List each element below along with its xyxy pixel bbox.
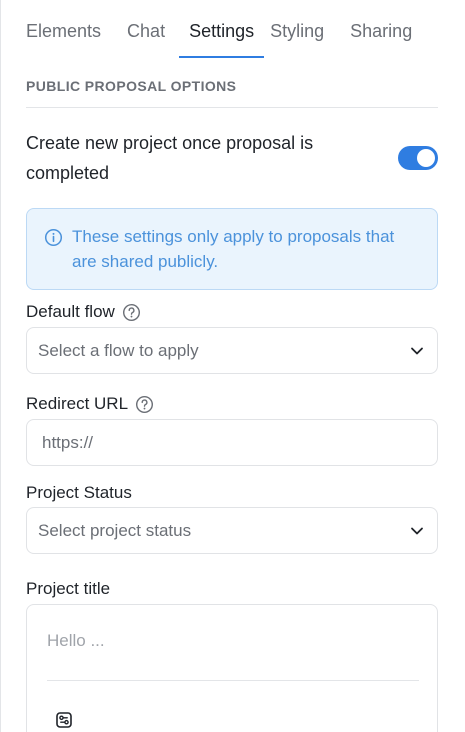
variable-icon[interactable] <box>55 711 73 729</box>
create-project-label: Create new project once proposal is comp… <box>26 133 314 183</box>
tab-settings[interactable]: Settings <box>179 0 265 58</box>
redirect-url-input[interactable]: https:// <box>26 419 438 466</box>
redirect-url-value: https:// <box>42 432 94 452</box>
help-icon[interactable] <box>122 303 141 322</box>
default-flow-label-text: Default flow <box>26 302 115 321</box>
project-title-placeholder[interactable]: Hello ... <box>47 631 105 651</box>
toggle-knob <box>417 149 435 167</box>
project-status-select[interactable]: Select project status <box>26 507 438 554</box>
project-title-editor[interactable]: Hello ... <box>26 604 438 732</box>
redirect-url-label-text: Redirect URL <box>26 394 129 413</box>
tab-elements[interactable]: Elements <box>26 0 101 58</box>
section-divider <box>26 107 438 108</box>
default-flow-select[interactable]: Select a flow to apply <box>26 327 438 374</box>
tab-sharing[interactable]: Sharing <box>350 0 412 58</box>
info-circle-icon <box>44 228 63 247</box>
info-text: These settings only apply to proposals t… <box>72 227 395 271</box>
default-flow-placeholder: Select a flow to apply <box>38 340 199 360</box>
editor-divider <box>47 680 419 681</box>
default-flow-label: Default flow <box>26 302 141 322</box>
help-icon[interactable] <box>135 395 154 414</box>
chevron-down-icon <box>411 527 423 534</box>
panel-left-border <box>0 0 1 732</box>
project-status-placeholder: Select project status <box>38 520 192 540</box>
settings-tabs: Elements Chat Settings Styling Sharing <box>26 0 438 58</box>
chevron-down-icon <box>411 347 423 354</box>
tab-chat[interactable]: Chat <box>127 0 165 58</box>
section-heading: PUBLIC PROPOSAL OPTIONS <box>26 78 237 94</box>
project-title-label: Project title <box>26 579 111 598</box>
project-status-label: Project Status <box>26 483 132 502</box>
tab-styling[interactable]: Styling <box>270 0 324 58</box>
redirect-url-label: Redirect URL <box>26 394 154 414</box>
info-callout: These settings only apply to proposals t… <box>26 208 438 290</box>
create-project-toggle[interactable] <box>398 146 438 170</box>
